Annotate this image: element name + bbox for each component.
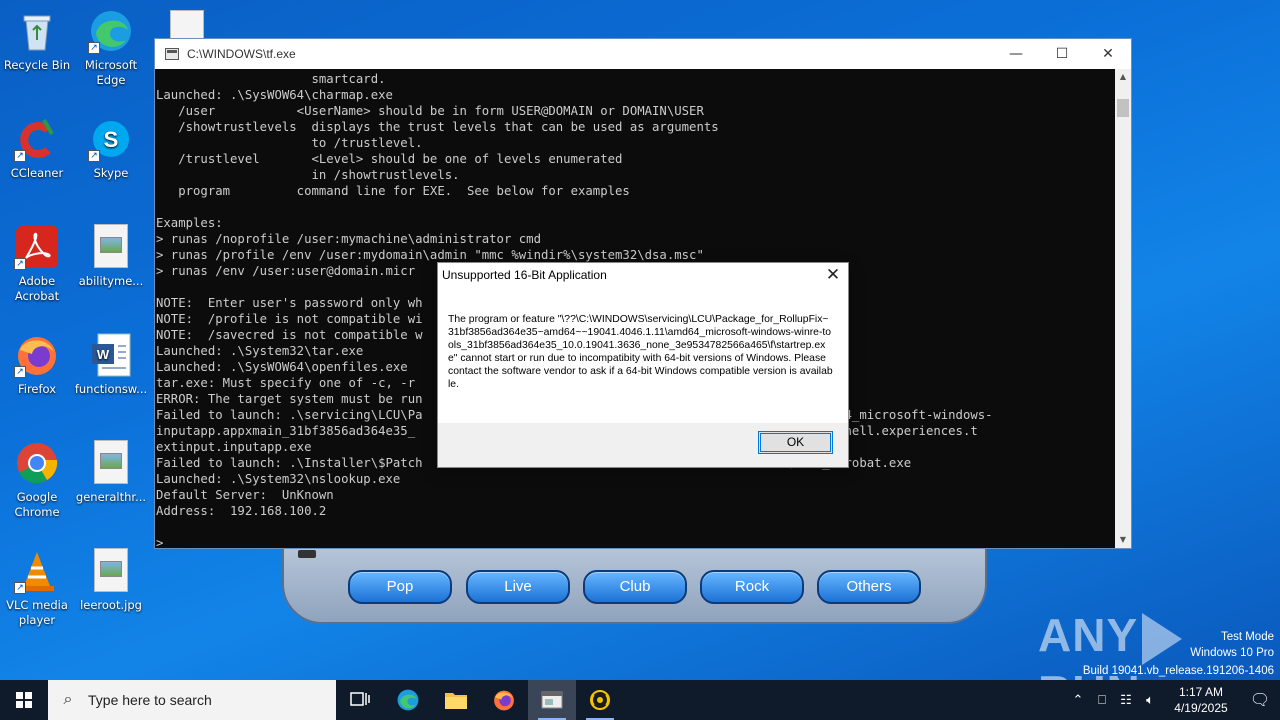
console-window-icon xyxy=(541,691,563,709)
test-mode-text: Test Mode xyxy=(1220,631,1274,643)
clock[interactable]: 1:17 AM 4/19/2025 xyxy=(1162,684,1240,716)
build-text: Build 19041.vb_release.191206-1406 xyxy=(1082,665,1274,677)
firefox-icon: ↗ xyxy=(14,332,60,378)
edge-icon: ↗ xyxy=(88,8,134,54)
player-live-button[interactable]: Live xyxy=(466,570,570,604)
scroll-up-icon[interactable]: ▲ xyxy=(1115,69,1131,85)
chevron-up-icon[interactable]: ⌃ xyxy=(1066,692,1090,708)
search-icon: ⌕ xyxy=(63,691,73,708)
desktop-icon-skype[interactable]: S ↗ Skype xyxy=(74,116,148,181)
start-button[interactable] xyxy=(0,680,48,720)
media-player-window: Pop Live Club Rock Others xyxy=(282,540,987,624)
desktop-icon-abilityme[interactable]: abilityme... xyxy=(74,224,148,289)
desktop-icon-recycle-bin[interactable]: Recycle Bin xyxy=(0,8,74,73)
unsupported-app-dialog: Unsupported 16-Bit Application ✕ The pro… xyxy=(437,262,849,468)
maximize-button[interactable]: ☐ xyxy=(1039,39,1085,69)
minimize-button[interactable]: — xyxy=(993,39,1039,69)
ok-button[interactable]: OK xyxy=(758,431,833,454)
folder-icon xyxy=(445,693,467,709)
image-file-icon xyxy=(88,224,134,270)
desktop-icon-adobe-acrobat[interactable]: ↗ Adobe Acrobat xyxy=(0,224,74,304)
console-app-icon xyxy=(165,48,179,60)
desktop-icon-vlc[interactable]: ↗ VLC media player xyxy=(0,548,74,628)
desktop-icon-firefox[interactable]: ↗ Firefox xyxy=(0,332,74,397)
player-knob[interactable] xyxy=(298,550,316,558)
anyrun-brand: ANY xyxy=(1038,609,1139,661)
image-file-icon xyxy=(88,548,134,594)
desktop-icon-partial[interactable] xyxy=(170,10,204,40)
image-file-icon xyxy=(88,440,134,486)
acrobat-icon: ↗ xyxy=(14,224,60,270)
taskbar-firefox[interactable] xyxy=(480,680,528,720)
desktop-icon-chrome[interactable]: Google Chrome xyxy=(0,440,74,520)
task-view-button[interactable] xyxy=(336,680,384,720)
scroll-thumb[interactable] xyxy=(1117,99,1129,117)
word-document-icon: W xyxy=(88,332,134,378)
taskbar-console[interactable] xyxy=(528,680,576,720)
console-scrollbar[interactable]: ▲ ▼ xyxy=(1115,69,1131,548)
dialog-title: Unsupported 16-Bit Application xyxy=(442,268,607,282)
scroll-down-icon[interactable]: ▼ xyxy=(1115,532,1131,548)
dialog-message: The program or feature "\??\C:\WINDOWS\s… xyxy=(448,314,833,390)
skype-icon: S ↗ xyxy=(88,116,134,162)
dialog-footer: OK xyxy=(438,423,848,467)
recycle-bin-icon xyxy=(14,8,60,54)
dialog-titlebar[interactable]: Unsupported 16-Bit Application ✕ xyxy=(438,263,848,289)
desktop-icon-leeroot[interactable]: leeroot.jpg xyxy=(74,548,148,613)
task-view-icon xyxy=(350,692,370,706)
vlc-icon: ↗ xyxy=(14,548,60,594)
edition-text: Windows 10 Pro xyxy=(1190,647,1274,659)
taskbar-edge[interactable] xyxy=(384,680,432,720)
device-icon[interactable]: ⎕ xyxy=(1090,692,1114,708)
console-title: C:\WINDOWS\tf.exe xyxy=(187,47,296,61)
notification-icon[interactable]: 🗨︎ xyxy=(1240,690,1280,710)
taskbar-search-box[interactable]: ⌕ Type here to search xyxy=(48,680,336,720)
player-rock-button[interactable]: Rock xyxy=(700,570,804,604)
volume-icon[interactable]: 🔈︎ xyxy=(1138,692,1162,708)
windows-logo-icon xyxy=(16,692,32,708)
desktop-icon-ccleaner[interactable]: ↗ CCleaner xyxy=(0,116,74,181)
edge-icon xyxy=(397,689,419,711)
search-placeholder: Type here to search xyxy=(88,692,212,708)
dialog-close-icon[interactable]: ✕ xyxy=(818,263,848,289)
player-pop-button[interactable]: Pop xyxy=(348,570,452,604)
taskbar-radio-app[interactable] xyxy=(576,680,624,720)
player-others-button[interactable]: Others xyxy=(817,570,921,604)
network-icon[interactable]: ☷ xyxy=(1114,692,1138,708)
svg-text:W: W xyxy=(97,347,110,362)
ccleaner-icon: ↗ xyxy=(14,116,60,162)
console-titlebar[interactable]: C:\WINDOWS\tf.exe — ☐ ✕ xyxy=(155,39,1131,69)
firefox-icon xyxy=(494,690,514,711)
desktop-icon-functionsw[interactable]: W functionsw... xyxy=(74,332,148,397)
chrome-icon xyxy=(14,440,60,486)
desktop-icon-edge[interactable]: ↗ Microsoft Edge xyxy=(74,8,148,88)
system-tray: ⌃ ⎕ ☷ 🔈︎ 1:17 AM 4/19/2025 🗨︎ xyxy=(1066,680,1280,720)
clock-date: 4/19/2025 xyxy=(1174,701,1228,715)
desktop-icon-generalthr[interactable]: generalthr... xyxy=(74,440,148,505)
close-button[interactable]: ✕ xyxy=(1085,39,1131,69)
taskbar: ⌕ Type here to search ⌃ ⎕ ☷ 🔈︎ 1:17 AM 4… xyxy=(0,680,1280,720)
player-club-button[interactable]: Club xyxy=(583,570,687,604)
taskbar-file-explorer[interactable] xyxy=(432,680,480,720)
svg-text:S: S xyxy=(104,127,119,152)
radio-broadcast-icon xyxy=(590,690,610,710)
clock-time: 1:17 AM xyxy=(1178,685,1224,699)
play-icon xyxy=(1142,612,1183,665)
